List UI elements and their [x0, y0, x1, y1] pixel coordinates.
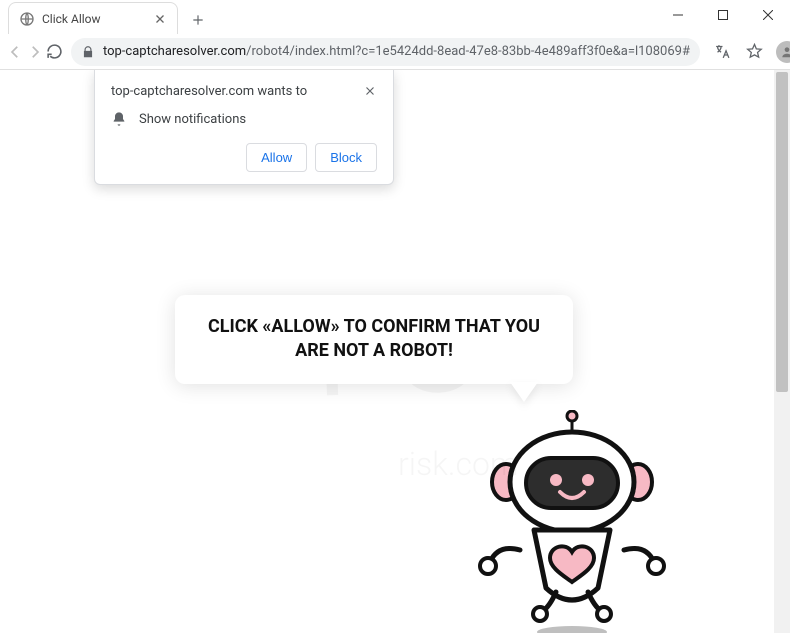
instruction-speech-bubble: CLICK «ALLOW» TO CONFIRM THAT YOU ARE NO…	[175, 295, 573, 384]
minimize-button[interactable]	[655, 0, 700, 30]
window-close-button[interactable]	[745, 0, 790, 30]
bell-icon	[111, 111, 127, 127]
lock-icon	[81, 45, 95, 59]
back-button[interactable]	[6, 37, 24, 67]
robot-illustration	[464, 410, 680, 633]
close-icon[interactable]	[153, 12, 167, 26]
reload-button[interactable]	[46, 37, 63, 67]
notification-site-text: top-captcharesolver.com wants to	[111, 84, 307, 99]
scrollbar-thumb[interactable]	[776, 72, 788, 392]
block-button[interactable]: Block	[315, 143, 377, 172]
new-tab-button[interactable]	[184, 6, 212, 34]
avatar-icon	[776, 41, 790, 63]
vertical-scrollbar[interactable]	[774, 70, 790, 633]
address-bar[interactable]: top-captcharesolver.com/robot4/index.htm…	[71, 38, 700, 66]
browser-tab[interactable]: Click Allow	[8, 2, 178, 34]
translate-icon[interactable]	[708, 37, 738, 67]
instruction-text: CLICK «ALLOW» TO CONFIRM THAT YOU ARE NO…	[197, 315, 551, 364]
window-controls	[655, 0, 790, 30]
browser-title-bar: Click Allow	[0, 0, 790, 34]
url-text: top-captcharesolver.com/robot4/index.htm…	[103, 44, 690, 59]
url-host: top-captcharesolver.com	[103, 44, 246, 59]
close-icon[interactable]	[363, 84, 377, 98]
notification-permission-prompt: top-captcharesolver.com wants to Show no…	[94, 70, 394, 185]
page-content: PC risk.com top-captcharesolver.com want…	[0, 70, 790, 633]
bookmark-icon[interactable]	[740, 37, 770, 67]
profile-avatar[interactable]	[772, 37, 790, 67]
speech-bubble-tail	[510, 382, 538, 402]
maximize-button[interactable]	[700, 0, 745, 30]
forward-button[interactable]	[26, 37, 44, 67]
globe-icon	[19, 11, 35, 27]
url-path: /robot4/index.html?c=1e5424dd-8ead-47e8-…	[246, 44, 690, 59]
toolbar-right	[708, 37, 790, 67]
allow-button[interactable]: Allow	[246, 143, 307, 172]
browser-toolbar: top-captcharesolver.com/robot4/index.htm…	[0, 34, 790, 70]
tab-title: Click Allow	[42, 12, 146, 26]
notification-permission-label: Show notifications	[139, 112, 246, 127]
